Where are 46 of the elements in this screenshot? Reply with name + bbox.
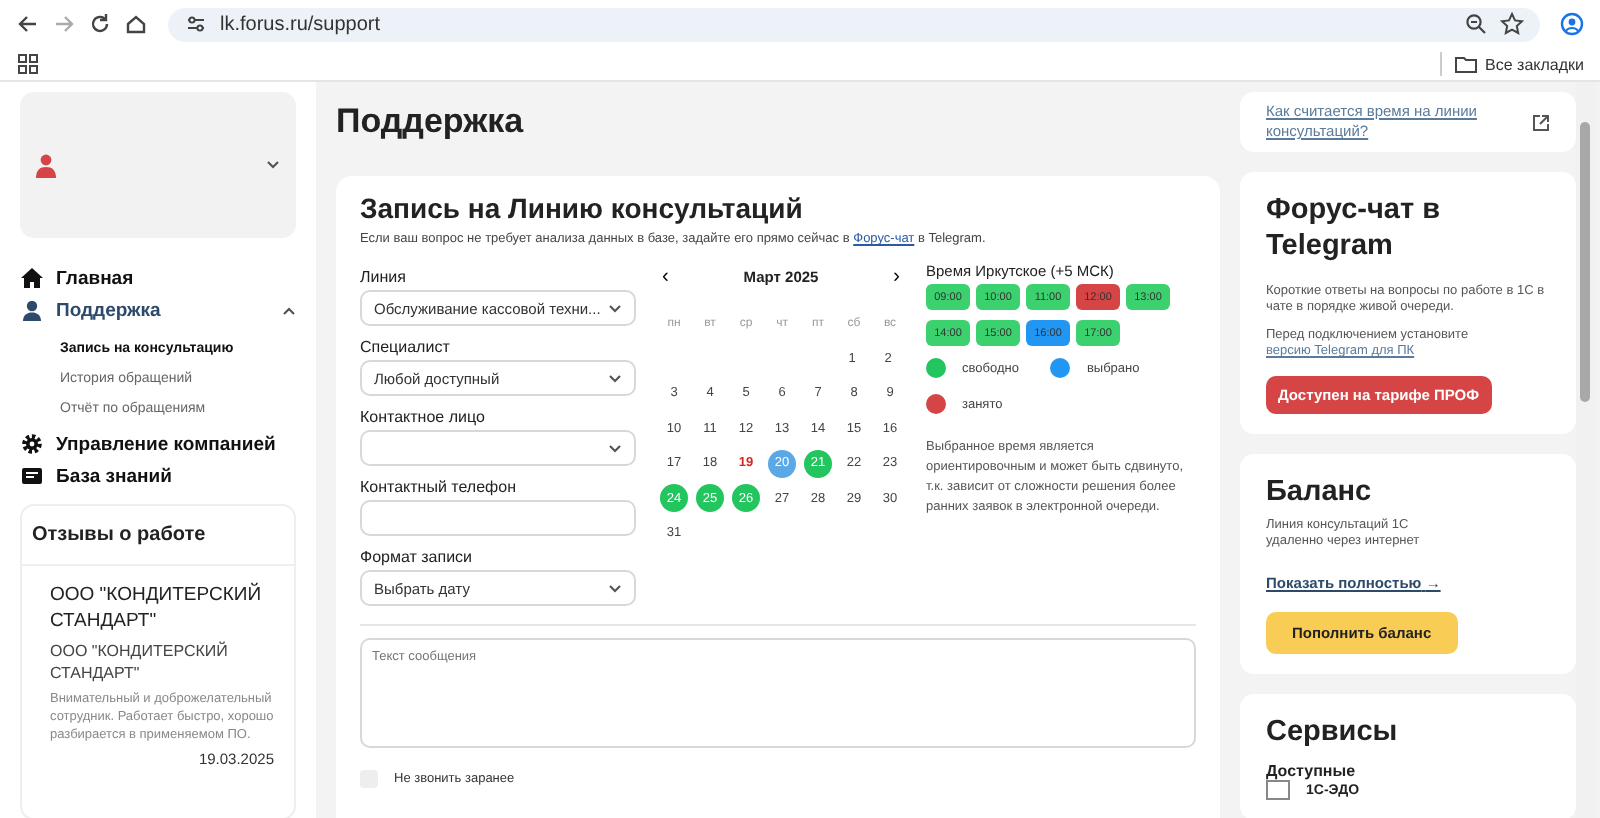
- reviews-title: Отзывы о работе: [22, 506, 294, 566]
- telegram-title: Форус-чат в Telegram: [1266, 192, 1443, 264]
- field-label: Контактный телефон: [360, 478, 518, 496]
- form-title: Запись на Линию консультаций: [360, 192, 805, 224]
- field-label: Линия: [360, 268, 408, 286]
- chevron-icon: [608, 443, 622, 453]
- support-agent-icon: [20, 298, 44, 322]
- services-section: Доступные: [1266, 762, 1550, 780]
- back-icon[interactable]: [16, 12, 40, 36]
- input-field[interactable]: [360, 500, 636, 536]
- home-icon[interactable]: [124, 12, 148, 36]
- external-link-icon: [1532, 113, 1550, 131]
- chevron-icon: [608, 583, 622, 593]
- balance-title: Баланс: [1266, 474, 1374, 510]
- nav-item[interactable]: Управление компанией: [20, 432, 296, 456]
- chevron-icon: [282, 305, 296, 315]
- chevron-icon: [266, 160, 280, 170]
- reload-icon[interactable]: [88, 12, 112, 36]
- service-icon: [1266, 780, 1290, 800]
- user-icon: [36, 153, 56, 177]
- profile-icon[interactable]: [1560, 12, 1584, 36]
- apps-grid-icon[interactable]: [16, 52, 40, 76]
- site-settings-icon[interactable]: [184, 12, 208, 36]
- field-label: Контактное лицо: [360, 408, 487, 426]
- review-subtitle: ООО "КОНДИТЕРСКИЙ СТАНДАРТ": [50, 640, 230, 684]
- nav-item[interactable]: Поддержка: [20, 298, 296, 322]
- field-label: Формат записи: [360, 548, 475, 566]
- next-month-button[interactable]: ›: [887, 265, 906, 287]
- field-label: Специалист: [360, 338, 452, 356]
- zoom-icon[interactable]: [1464, 12, 1488, 36]
- gear-icon: [20, 432, 44, 456]
- nav-item[interactable]: База знаний: [20, 464, 296, 488]
- star-icon[interactable]: [1500, 12, 1524, 36]
- nav-item[interactable]: Главная: [20, 266, 296, 290]
- page-title: Поддержка: [336, 100, 526, 144]
- chevron-icon: [608, 373, 622, 383]
- home-icon: [20, 266, 44, 290]
- select-field[interactable]: [360, 430, 636, 466]
- prev-month-button[interactable]: ‹: [656, 265, 675, 287]
- chevron-icon: [608, 303, 622, 313]
- address-bar[interactable]: lk.forus.ru/support: [168, 7, 1540, 41]
- all-bookmarks[interactable]: Все закладки: [1485, 55, 1584, 73]
- services-title: Сервисы: [1266, 714, 1400, 750]
- folder-icon: [1453, 52, 1478, 76]
- book-icon: [20, 464, 44, 488]
- review-company: ООО "КОНДИТЕРСКИЙ СТАНДАРТ": [50, 582, 264, 634]
